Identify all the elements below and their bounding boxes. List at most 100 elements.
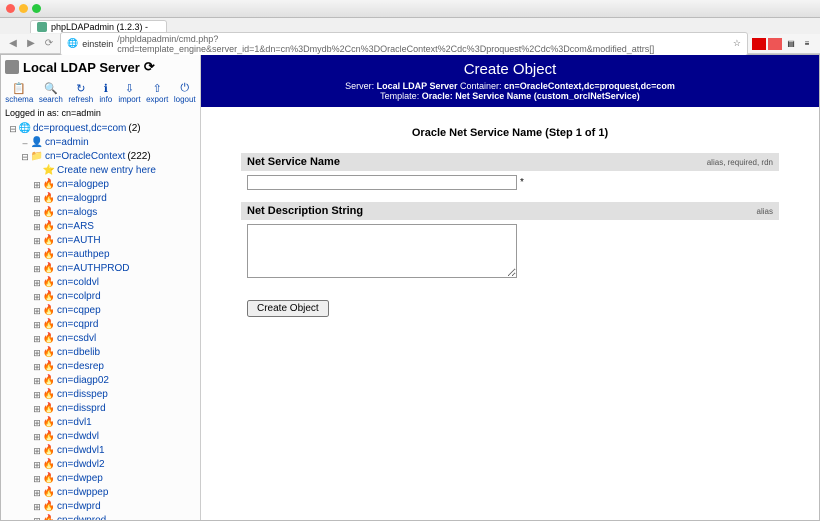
refresh-server-icon[interactable]: ⟳ [144,59,155,75]
tree-entry[interactable]: ⊞🔥cn=dwdvl2 [5,458,200,472]
tree-entry[interactable]: ⊞🔥cn=disspep [5,388,200,402]
tree-entry[interactable]: ⊞🔥cn=dwdvl1 [5,444,200,458]
browser-tab-active[interactable]: phpLDAPadmin (1.2.3) - [30,20,167,33]
tree-entry-label[interactable]: cn=ARS [57,220,94,234]
tree-create-label[interactable]: Create new entry here [57,164,156,178]
expand-icon[interactable]: ⊞ [33,276,41,290]
tree-entry[interactable]: ⊞🔥cn=diagp02 [5,374,200,388]
expand-icon[interactable]: ⊞ [33,290,41,304]
expand-icon[interactable]: ⊞ [33,192,41,206]
tree-entry-label[interactable]: cn=alogprd [57,192,107,206]
toolbar-import[interactable]: ⇩import [118,81,140,104]
tree-entry[interactable]: ⊞🔥cn=authpep [5,248,200,262]
back-icon[interactable]: ◀ [6,37,20,51]
tree-entry[interactable]: ⊞🔥cn=dbelib [5,346,200,360]
minimize-window[interactable] [19,4,28,13]
tree-entry[interactable]: ⊞🔥cn=coldvl [5,276,200,290]
tree-entry-label[interactable]: cn=dwdvl2 [57,458,105,472]
expand-icon[interactable]: ⊞ [33,248,41,262]
expand-icon[interactable]: ⊞ [33,500,41,514]
tree-entry[interactable]: ⊞🔥cn=ARS [5,220,200,234]
tree-entry[interactable]: ⊞🔥cn=dwppep [5,486,200,500]
tree-entry-label[interactable]: cn=colprd [57,290,101,304]
tree-entry-label[interactable]: cn=dbelib [57,346,100,360]
tree-entry-label[interactable]: cn=authpep [57,248,110,262]
tree-entry[interactable]: ⊞🔥cn=dissprd [5,402,200,416]
toolbar-search[interactable]: 🔍search [39,81,63,104]
tree-entry-label[interactable]: cn=diagp02 [57,374,109,388]
tree-entry[interactable]: ⊞🔥cn=dwprd [5,500,200,514]
expand-icon[interactable]: ⊞ [33,220,41,234]
expand-icon[interactable]: ⊞ [33,318,41,332]
close-window[interactable] [6,4,15,13]
tree-entry-label[interactable]: cn=dvl1 [57,416,92,430]
tree-admin[interactable]: – 👤 cn=admin [5,136,200,150]
tree-entry-label[interactable]: cn=coldvl [57,276,99,290]
ext-icon-3[interactable]: ▤ [784,38,798,50]
tree-entry-label[interactable]: cn=dwdvl1 [57,444,105,458]
tree-entry-label[interactable]: cn=alogpep [57,178,109,192]
tree-create-new[interactable]: ⭐ Create new entry here [5,164,200,178]
tree-entry-label[interactable]: cn=dwprod [57,514,106,520]
expand-icon[interactable]: ⊞ [33,388,41,402]
ext-icon-2[interactable] [768,38,782,50]
expand-icon[interactable]: ⊞ [33,416,41,430]
expand-icon[interactable]: ⊞ [33,234,41,248]
toolbar-info[interactable]: ℹinfo [99,81,113,104]
address-bar[interactable]: 🌐 einstein /phpldapadmin/cmd.php?cmd=tem… [60,32,748,56]
expand-icon[interactable]: ⊞ [33,262,41,276]
tree-entry-label[interactable]: cn=disspep [57,388,108,402]
tree-entry-label[interactable]: cn=AUTH [57,234,101,248]
tree-entry[interactable]: ⊞🔥cn=dwdvl [5,430,200,444]
expand-icon[interactable]: ⊞ [33,360,41,374]
tree-entry[interactable]: ⊞🔥cn=AUTHPROD [5,262,200,276]
tree-entry[interactable]: ⊞🔥cn=dwpep [5,472,200,486]
create-object-button[interactable] [247,300,329,317]
tree-root-label[interactable]: dc=proquest,dc=com [33,122,126,136]
tree-entry-label[interactable]: cn=desrep [57,360,104,374]
toolbar-refresh[interactable]: ↻refresh [68,81,93,104]
reload-icon[interactable]: ⟳ [42,37,56,51]
tree-entry[interactable]: ⊞🔥cn=alogs [5,206,200,220]
expand-icon[interactable]: ⊞ [33,486,41,500]
expand-icon[interactable]: ⊞ [33,514,41,520]
toolbar-schema[interactable]: 📋schema [5,81,33,104]
expand-icon[interactable]: ⊞ [33,458,41,472]
toolbar-export[interactable]: ⇧export [146,81,168,104]
expand-icon[interactable]: ⊞ [33,178,41,192]
menu-icon[interactable]: ≡ [800,38,814,50]
tree-entry[interactable]: ⊞🔥cn=cqpep [5,304,200,318]
tree-context-label[interactable]: cn=OracleContext [45,150,125,164]
expand-icon[interactable]: ⊞ [33,472,41,486]
collapse-icon[interactable]: ⊟ [9,122,17,136]
tree-admin-label[interactable]: cn=admin [45,136,89,150]
tree-entry-label[interactable]: cn=dwprd [57,500,101,514]
tree-entry[interactable]: ⊞🔥cn=AUTH [5,234,200,248]
expand-icon[interactable]: ⊞ [33,402,41,416]
maximize-window[interactable] [32,4,41,13]
tree-entry[interactable]: ⊞🔥cn=csdvl [5,332,200,346]
tree-entry[interactable]: ⊞🔥cn=desrep [5,360,200,374]
tree-entry-label[interactable]: cn=dwpep [57,472,103,486]
expand-icon[interactable]: ⊞ [33,206,41,220]
collapse-icon[interactable]: ⊟ [21,150,29,164]
tree-entry-label[interactable]: cn=dissprd [57,402,106,416]
expand-icon[interactable]: ⊞ [33,346,41,360]
tree-entry[interactable]: ⊞🔥cn=alogprd [5,192,200,206]
net-description-textarea[interactable] [247,224,517,278]
tree-entry[interactable]: ⊞🔥cn=alogpep [5,178,200,192]
tree-entry-label[interactable]: cn=dwdvl [57,430,99,444]
tree-entry[interactable]: ⊞🔥cn=colprd [5,290,200,304]
tree-entry[interactable]: ⊞🔥cn=dvl1 [5,416,200,430]
forward-icon[interactable]: ▶ [24,37,38,51]
tree-entry-label[interactable]: cn=csdvl [57,332,96,346]
expand-icon[interactable]: ⊞ [33,304,41,318]
tree-entry-label[interactable]: cn=cqpep [57,304,101,318]
tree-entry-label[interactable]: cn=alogs [57,206,97,220]
tree-entry-label[interactable]: cn=dwppep [57,486,108,500]
ext-icon-1[interactable] [752,38,766,50]
net-service-name-input[interactable] [247,175,517,190]
tree-entry[interactable]: ⊞🔥cn=dwprod [5,514,200,520]
tree-entry[interactable]: ⊞🔥cn=cqprd [5,318,200,332]
tree-entry-label[interactable]: cn=cqprd [57,318,98,332]
